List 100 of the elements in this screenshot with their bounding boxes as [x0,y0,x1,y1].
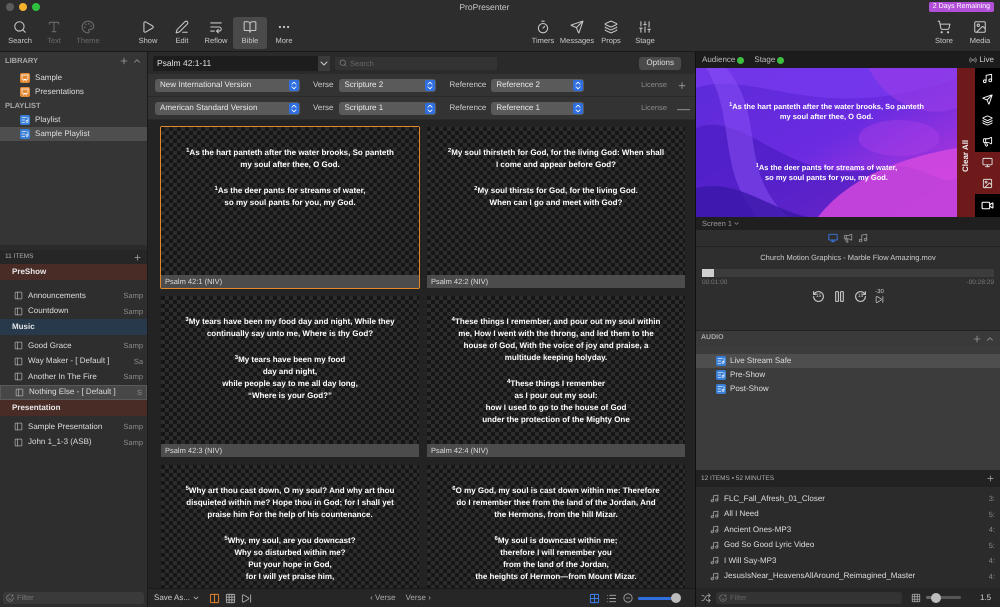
group-header[interactable]: PreShow [0,264,147,280]
play-icon [141,20,155,34]
music-icon [710,494,719,504]
chevron-icon [192,594,200,602]
music-icon [710,540,719,550]
verse-text: $^{4}$These things I remember, and pour out my soul within me, How I went with the throng, and led them to the house of God, With the voice of joy and praise, a multitude keeping holyday. [452,316,660,364]
music-icon [710,510,719,519]
megaphone-icon[interactable] [975,131,1000,152]
verse-text: $^{3}$My tears have been my food day and night, While they continually say unto me, Where is thy God? [185,316,395,340]
verse-label: Verse [313,79,334,91]
version-select[interactable]: American Standard Version [155,102,300,114]
library-item[interactable]: Presentations [0,85,147,99]
stepper-icon [573,102,584,114]
next-verse-button[interactable]: Verse › [406,592,431,604]
stepper-icon [425,102,436,114]
add-icon[interactable] [986,474,995,483]
library-item[interactable]: Sample [0,71,147,85]
verse-text: $^{1}$As the hart panteth after the water brooks, So panteth my soul after thee, O God. [186,147,394,171]
maximize-button[interactable] [32,3,40,11]
verse-text: $^{2}$My soul thirsteth for God, for the living God: When shall I come and appear before God? [448,147,664,171]
verse-text: $^{5}$Why, my soul, are you downcast? Why so disturbed within me? Put your hope in God, for I will yet praise him, [224,535,356,583]
save-as-button[interactable]: Save As... [154,592,200,604]
audio-playlist-item[interactable]: Live Stream Safe [696,354,1000,368]
cart-icon [937,20,951,34]
progress-bar[interactable] [702,269,994,278]
dropdown-icon[interactable] [318,56,330,70]
wrap-icon [209,20,223,34]
volume-value: 1.5 [980,592,992,604]
music-icon [710,572,719,581]
passage-field[interactable]: Psalm 42:1-11 [153,56,330,70]
live-icon [969,56,978,64]
reference-select[interactable]: Reference 2 [491,78,584,92]
text-icon [47,20,61,34]
layers-icon [604,20,618,34]
checker-icon[interactable] [911,592,921,602]
pause-icon[interactable] [833,290,846,303]
row-action-button[interactable]: + [677,78,687,92]
stepper-icon [573,80,584,90]
stepper-icon [289,80,299,90]
clear-all-button[interactable]: Clear All [957,68,975,217]
filter-icon [6,594,14,602]
verse-select[interactable]: Scripture 2 [339,78,436,92]
audio-playlist-item[interactable]: Pre-Show [696,368,1000,382]
filter-icon [719,594,727,602]
previous-verse-button[interactable]: ‹ Verse [370,592,396,604]
slider-thumb[interactable] [931,592,942,602]
add-icon[interactable] [972,334,982,344]
verse-text: $^{6}$O my God, my soul is cast down within me: Therefore do I remember thee from the land of the Jordan, And the Hermons, from the hill Mizar. [452,485,660,521]
audio-playlist-item[interactable]: Post-Show [696,382,1000,396]
columns-icon[interactable] [209,592,220,604]
version-select[interactable]: New International Version [155,78,300,92]
reference-select[interactable]: Reference 1 [491,102,584,114]
grid-view-icon[interactable] [589,592,600,604]
image-icon [973,20,987,34]
book-icon [243,20,257,34]
video-icon[interactable] [975,194,1000,217]
library-item[interactable]: Sample Playlist [0,127,147,141]
playlist-icon [716,384,726,394]
screen-label[interactable]: Stage [754,54,776,66]
verse-select[interactable]: Scripture 1 [339,102,436,114]
verse-text: $^{3}$My tears have been my food day and night, while people say to me all day long, “Where is your God?” [222,354,358,402]
presentation-icon [20,73,30,83]
stepper-icon [289,102,299,114]
timer-icon [536,20,550,34]
playlist-icon [20,129,30,139]
playlist-icon [716,356,726,366]
verse-text: $^{1}$As the deer pants for streams of water, so my soul pants for you, my God. [214,185,366,209]
slider-thumb[interactable] [670,593,681,603]
verse-text: $^{2}$My soul thirsts for God, for the living God. When can I go and meet with God? [474,185,638,209]
slide-thumbnail[interactable] [160,295,420,458]
music-icon [710,525,719,534]
screen-label[interactable]: Audience [702,54,736,66]
forward-icon[interactable] [241,592,252,604]
reference-label: Reference [449,102,486,114]
playlist-icon [716,370,726,380]
zoom-out-icon[interactable] [623,593,633,603]
shuffle-icon[interactable] [701,592,711,602]
group-header[interactable]: Presentation [0,400,147,416]
list-view-icon[interactable] [606,592,617,604]
reference-label: Reference [449,79,486,91]
slider[interactable] [638,593,683,603]
add-icon[interactable] [119,56,129,66]
live-label: Live [979,54,994,66]
minimize-button[interactable] [19,3,27,11]
palette-icon [81,20,95,34]
verse-text: $^{6}$My soul is downcast within me; therefore I will remember you from the land of the Jordan, the heights of Hermon—from Mount Mizar. [475,535,637,583]
slide-thumbnail[interactable] [426,295,686,458]
window-title: ProPresenter [459,0,510,14]
presentation-icon [20,87,30,97]
verse-text: $^{5}$Why art thou cast down, O my soul? And why art thou disquieted within me? Hope thou in God; for I shall yet praise him For the help of his countenance. [186,485,394,521]
checker-icon[interactable] [225,592,236,604]
sliders-icon [638,20,652,34]
chevron-icon [733,220,740,227]
music-icon [710,556,719,566]
music-icon[interactable] [975,68,1000,89]
add-icon[interactable] [133,252,142,262]
group-header[interactable]: Music [0,319,147,335]
options-button[interactable]: Options [639,56,681,70]
search-icon [13,20,27,34]
library-item[interactable]: Playlist [0,113,147,127]
